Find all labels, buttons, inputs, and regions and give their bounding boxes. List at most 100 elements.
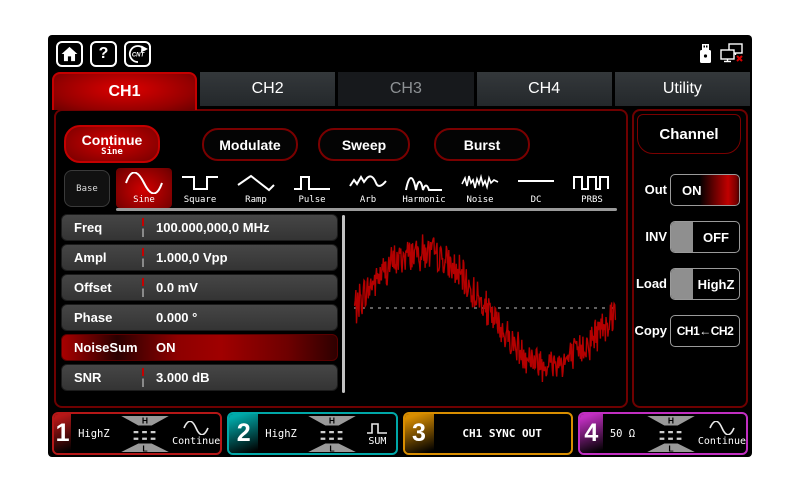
- stage: ? CNT: [0, 0, 800, 500]
- inv-label: INV: [634, 220, 667, 254]
- parameter-row-noisesum[interactable]: NoiseSum ON: [61, 334, 338, 361]
- sync-out-label: CH1 SYNC OUT: [434, 427, 571, 440]
- output-toggle-button[interactable]: ON: [670, 174, 740, 206]
- channel1-status-cell[interactable]: 1 HighZ H L Continue: [52, 412, 222, 455]
- param-label: SNR: [74, 365, 101, 390]
- tab-utility[interactable]: Utility: [615, 72, 750, 106]
- waveform-trace: [354, 234, 616, 382]
- load-label: Load: [634, 267, 667, 301]
- impedance-label: 50 Ω: [610, 428, 644, 440]
- param-value: 1.000,0 Vpp: [156, 245, 228, 270]
- sweep-label: Sweep: [342, 137, 386, 153]
- waveform-item-harmonic[interactable]: Harmonic: [396, 168, 452, 208]
- sweep-button[interactable]: Sweep: [318, 128, 410, 161]
- parameter-row-ampl[interactable]: Ampl 1.000,0 Vpp: [61, 244, 338, 271]
- waveform-item-noise[interactable]: Noise: [452, 168, 508, 208]
- param-value: 0.000 °: [156, 305, 197, 330]
- parameter-row-freq[interactable]: Freq 100.000,000,0 MHz: [61, 214, 338, 241]
- tab-ch1[interactable]: CH1: [52, 72, 197, 110]
- param-value: ON: [156, 335, 176, 360]
- channel-row-out: Out ON: [634, 173, 746, 207]
- harmonic-wave-icon: [404, 172, 444, 194]
- param-label: Freq: [74, 215, 102, 240]
- home-button[interactable]: [56, 41, 83, 67]
- cursor-tick: [142, 278, 144, 297]
- help-button[interactable]: ?: [90, 41, 117, 67]
- svg-text:L: L: [330, 443, 335, 452]
- waveform-item-dc[interactable]: DC: [508, 168, 564, 208]
- bottom-status-bar: 1 HighZ H L Continue 2 HighZ: [52, 412, 748, 455]
- burst-label: Burst: [464, 137, 501, 153]
- base-label: Base: [76, 184, 98, 194]
- waveform-plot: [352, 212, 620, 404]
- toolbar-left-group: ? CNT: [56, 41, 151, 67]
- tab-ch4[interactable]: CH4: [477, 72, 612, 106]
- waveform-item-arb[interactable]: Arb: [340, 168, 396, 208]
- base-button[interactable]: Base: [64, 170, 110, 207]
- parameter-row-snr[interactable]: SNR 3.000 dB: [61, 364, 338, 391]
- waveform-item-pulse[interactable]: Pulse: [284, 168, 340, 208]
- device-screen: ? CNT: [48, 35, 752, 457]
- burst-button[interactable]: Burst: [434, 128, 530, 161]
- channel-number: 4: [580, 414, 603, 453]
- arb-wave-icon: [348, 172, 388, 194]
- svg-text:H: H: [668, 415, 674, 425]
- level-range-icon: H L: [646, 415, 696, 453]
- tab-ch2[interactable]: CH2: [200, 72, 335, 106]
- waveform-item-ramp[interactable]: Ramp: [228, 168, 284, 208]
- param-value: 100.000,000,0 MHz: [156, 215, 269, 240]
- load-toggle-button[interactable]: HighZ: [670, 268, 740, 300]
- channel3-status-cell[interactable]: 3 CH1 SYNC OUT: [403, 412, 573, 455]
- impedance-label: HighZ: [78, 428, 118, 440]
- modulate-label: Modulate: [219, 137, 280, 153]
- counter-icon: CNT: [127, 43, 149, 65]
- waveform-item-prbs[interactable]: PRBS: [564, 168, 620, 208]
- counter-button[interactable]: CNT: [124, 41, 151, 67]
- tab-label: CH2: [252, 80, 284, 98]
- parameter-scrollbar[interactable]: [342, 215, 345, 393]
- waveform-row-underline: [116, 208, 617, 211]
- svg-text:L: L: [668, 443, 673, 452]
- cursor-tick: [142, 368, 144, 387]
- param-value: 0.0 mV: [156, 275, 198, 300]
- pulse-wave-icon: [292, 172, 332, 194]
- home-icon: [60, 45, 79, 63]
- cursor-tick: [142, 218, 144, 237]
- lan-disconnected-icon: [720, 43, 744, 64]
- sine-icon: [183, 421, 209, 435]
- square-wave-icon: [180, 172, 220, 194]
- channel4-status-cell[interactable]: 4 50 Ω H L Continue: [578, 412, 748, 455]
- pulse-icon: [366, 421, 388, 435]
- prbs-wave-icon: [572, 172, 612, 194]
- channel-row-copy: Copy CH1←CH2: [634, 314, 746, 348]
- noise-wave-icon: [460, 172, 500, 194]
- invert-toggle-button[interactable]: OFF: [670, 221, 740, 253]
- parameter-list: Freq 100.000,000,0 MHz Ampl 1.000,0 Vpp …: [61, 214, 338, 391]
- top-toolbar: ? CNT: [48, 35, 752, 71]
- waveform-item-sine[interactable]: Sine: [116, 168, 172, 208]
- parameter-row-phase[interactable]: Phase 0.000 °: [61, 304, 338, 331]
- continue-sublabel: Sine: [101, 147, 123, 157]
- channel2-status-cell[interactable]: 2 HighZ H L SUM: [227, 412, 397, 455]
- param-value: 3.000 dB: [156, 365, 209, 390]
- continue-label: Continue: [82, 132, 143, 148]
- level-range-icon: H L: [120, 415, 170, 453]
- dc-wave-icon: [516, 172, 556, 194]
- channel-number: 1: [54, 414, 71, 453]
- channel-number: 2: [229, 414, 258, 453]
- channel-row-load: Load HighZ: [634, 267, 746, 301]
- mode-indicator: Continue: [698, 421, 746, 447]
- impedance-label: HighZ: [265, 428, 305, 440]
- svg-text:H: H: [142, 415, 148, 425]
- modulate-button[interactable]: Modulate: [202, 128, 298, 161]
- copy-channel-button[interactable]: CH1←CH2: [670, 315, 740, 347]
- param-label: Ampl: [74, 245, 107, 270]
- mode-indicator: SUM: [359, 421, 395, 447]
- parameter-row-offset[interactable]: Offset 0.0 mV: [61, 274, 338, 301]
- continue-button[interactable]: Continue Sine: [64, 125, 160, 163]
- waveform-item-square[interactable]: Square: [172, 168, 228, 208]
- tab-ch3[interactable]: CH3: [338, 72, 473, 106]
- param-label: Phase: [74, 305, 112, 330]
- level-range-icon: H L: [307, 415, 357, 453]
- sine-wave-icon: [124, 172, 164, 194]
